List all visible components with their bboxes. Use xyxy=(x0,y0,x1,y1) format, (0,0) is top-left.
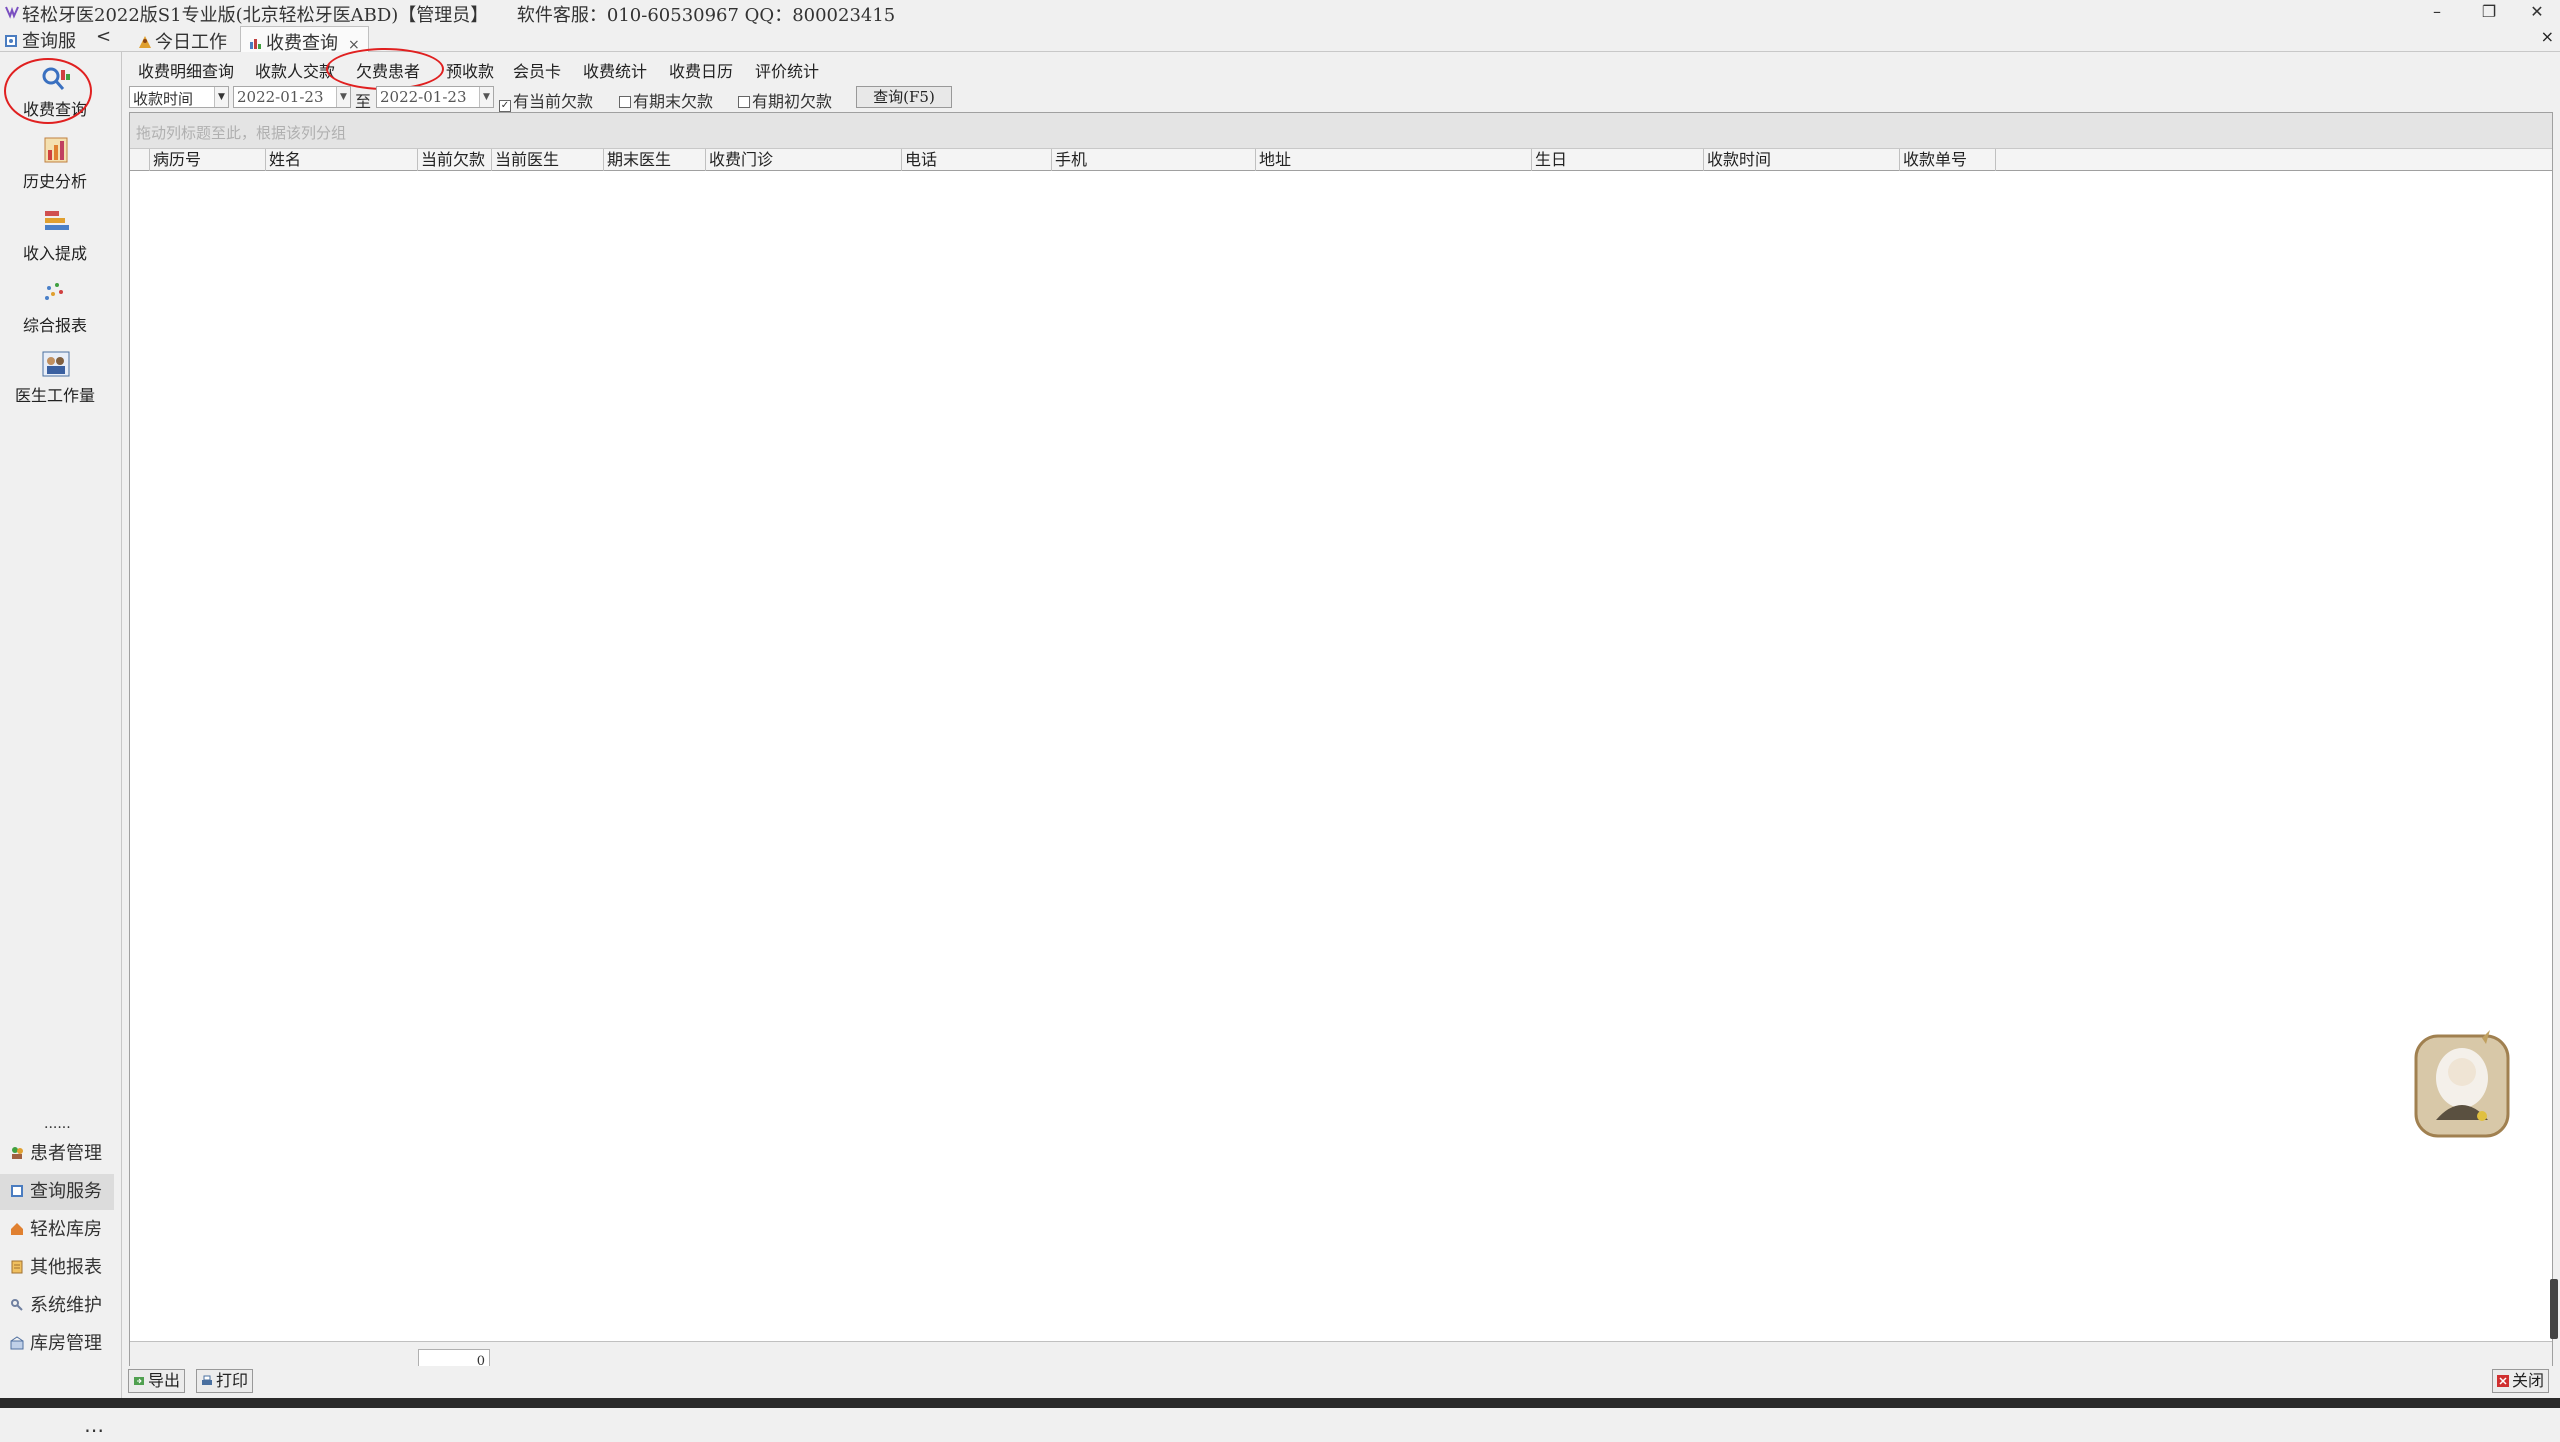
subtab-payee-handover[interactable]: 收款人交款 xyxy=(255,58,335,82)
scrollbar-thumb[interactable] xyxy=(2550,1279,2558,1339)
column-header[interactable]: 当前医生 xyxy=(492,149,604,171)
charge-query-tab-icon xyxy=(250,39,261,49)
sidebar-item-income-commission[interactable]: 收入提成 xyxy=(0,208,110,278)
printer-icon xyxy=(202,1375,212,1385)
easy-warehouse-icon xyxy=(11,1223,23,1235)
nav-collapse-button[interactable]: < xyxy=(96,26,111,47)
close-icon xyxy=(2497,1375,2509,1387)
income-commission-icon xyxy=(45,211,69,230)
sidebar-item-history-analysis[interactable]: 历史分析 xyxy=(0,136,110,206)
warehouse-management-icon xyxy=(10,1336,24,1350)
close-button[interactable]: 关闭 xyxy=(2492,1369,2550,1393)
chevron-down-icon[interactable]: ▼ xyxy=(336,87,350,107)
history-analysis-icon xyxy=(44,137,68,163)
os-taskbar xyxy=(0,1398,2560,1408)
sidebar-item-charge-query[interactable]: 收费查询 xyxy=(0,64,110,134)
subtab-charge-statistics[interactable]: 收费统计 xyxy=(583,58,647,82)
module-system-maintenance[interactable]: 系统维护 xyxy=(0,1288,114,1324)
column-header[interactable]: 电话 xyxy=(902,149,1052,171)
patient-management-icon xyxy=(12,1147,23,1159)
sidebar-dots: ...... xyxy=(44,1116,71,1132)
query-service-module-icon xyxy=(11,1185,23,1197)
subtab-debt-patients[interactable]: 欠费患者 xyxy=(356,58,420,82)
column-header[interactable]: 手机 xyxy=(1052,149,1256,171)
subtab-charge-detail[interactable]: 收费明细查询 xyxy=(138,58,234,82)
other-reports-icon xyxy=(11,1260,23,1274)
subtab-evaluation-statistics[interactable]: 评价统计 xyxy=(755,58,819,82)
more-modules-icon[interactable]: ⋯ xyxy=(84,1418,104,1442)
current-debt-checkbox[interactable]: ✓ 有当前欠款 xyxy=(499,88,593,112)
close-all-tabs-icon[interactable]: × xyxy=(2541,27,2554,46)
subtab-member-card[interactable]: 会员卡 xyxy=(513,58,561,82)
module-easy-warehouse[interactable]: 轻松库房 xyxy=(0,1212,114,1248)
bottom-toolbar: 导出 打印 关闭 xyxy=(126,1366,2560,1396)
grid-header-row: 病历号 姓名 当前欠款 当前医生 期末医生 收费门诊 电话 手机 地址 生日 收… xyxy=(130,149,2552,171)
query-button[interactable]: 查询(F5) xyxy=(856,86,952,108)
export-icon xyxy=(134,1377,144,1385)
close-window-button[interactable]: ✕ xyxy=(2514,0,2560,24)
app-logo-icon xyxy=(5,6,19,19)
column-header[interactable]: 期末医生 xyxy=(604,149,706,171)
column-header[interactable]: 收款单号 xyxy=(1900,149,1996,171)
row-indicator-header xyxy=(130,149,150,171)
time-type-select[interactable]: 收款时间 ▼ xyxy=(129,86,229,108)
assistant-avatar[interactable] xyxy=(2412,1030,2512,1140)
date-to-picker[interactable]: 2022-01-23 ▼ xyxy=(376,86,494,108)
column-header[interactable]: 生日 xyxy=(1532,149,1704,171)
subtab-prepayment[interactable]: 预收款 xyxy=(446,58,494,82)
system-maintenance-icon xyxy=(11,1299,23,1311)
chevron-down-icon[interactable]: ▼ xyxy=(479,87,493,107)
restore-button[interactable]: ❐ xyxy=(2466,0,2512,24)
today-work-icon xyxy=(139,36,151,48)
column-header[interactable]: 病历号 xyxy=(150,149,266,171)
to-label: 至 xyxy=(355,92,372,111)
column-header[interactable]: 姓名 xyxy=(266,149,418,171)
sidebar: 收费查询 历史分析 收入提成 综合报表 医生工作量 ...... 患者管理 查询… xyxy=(0,52,122,1442)
chevron-down-icon[interactable]: ▼ xyxy=(214,87,228,107)
export-button[interactable]: 导出 xyxy=(128,1369,186,1393)
query-service-icon xyxy=(5,35,17,47)
comprehensive-report-icon xyxy=(45,283,63,300)
column-header[interactable]: 收费门诊 xyxy=(706,149,902,171)
tab-bar: 查询服 < 今日工作 收费查询 × × xyxy=(0,24,2560,54)
sidebar-item-comprehensive-report[interactable]: 综合报表 xyxy=(0,280,110,350)
charge-query-icon xyxy=(42,67,70,90)
tab-charge-query[interactable]: 收费查询 × xyxy=(240,26,369,54)
subtab-charge-calendar[interactable]: 收费日历 xyxy=(669,58,733,82)
debt-patients-grid: 拖动列标题至此，根据该列分组 病历号 姓名 当前欠款 当前医生 期末医生 收费门… xyxy=(129,112,2558,1380)
tab-close-icon[interactable]: × xyxy=(348,37,360,53)
column-header[interactable]: 收款时间 xyxy=(1704,149,1900,171)
doctor-workload-icon xyxy=(42,351,70,377)
module-warehouse-management[interactable]: 库房管理 xyxy=(0,1326,114,1362)
group-hint: 拖动列标题至此，根据该列分组 xyxy=(136,124,347,142)
main-panel: 收费明细查询 收款人交款 欠费患者 预收款 会员卡 收费统计 收费日历 评价统计… xyxy=(126,48,2558,1382)
sidebar-item-doctor-workload[interactable]: 医生工作量 xyxy=(0,350,110,420)
module-patient-management[interactable]: 患者管理 xyxy=(0,1136,114,1172)
print-button[interactable]: 打印 xyxy=(196,1369,254,1393)
filter-bar: 收款时间 ▼ 2022-01-23 ▼ 至 2022-01-23 ▼ ✓ 有当前欠款 有… xyxy=(126,84,2556,112)
column-header[interactable]: 地址 xyxy=(1256,149,1532,171)
column-header[interactable]: 当前欠款 xyxy=(418,149,492,171)
module-other-reports[interactable]: 其他报表 xyxy=(0,1250,114,1286)
nav-header: 查询服 xyxy=(4,27,76,53)
date-from-picker[interactable]: 2022-01-23 ▼ xyxy=(233,86,351,108)
tab-today-work[interactable]: 今日工作 xyxy=(130,26,235,53)
begin-debt-checkbox[interactable]: 有期初欠款 xyxy=(738,88,832,112)
title-bar: 轻松牙医2022版S1专业版(北京轻松牙医ABD)【管理员】 软件客服：010-… xyxy=(0,0,2560,26)
module-query-service[interactable]: 查询服务 xyxy=(0,1174,114,1210)
end-debt-checkbox[interactable]: 有期末欠款 xyxy=(619,88,713,112)
group-by-panel: 拖动列标题至此，根据该列分组 xyxy=(130,113,2552,149)
minimize-button[interactable]: – xyxy=(2414,0,2460,24)
checkbox-checked-icon: ✓ xyxy=(499,100,511,112)
